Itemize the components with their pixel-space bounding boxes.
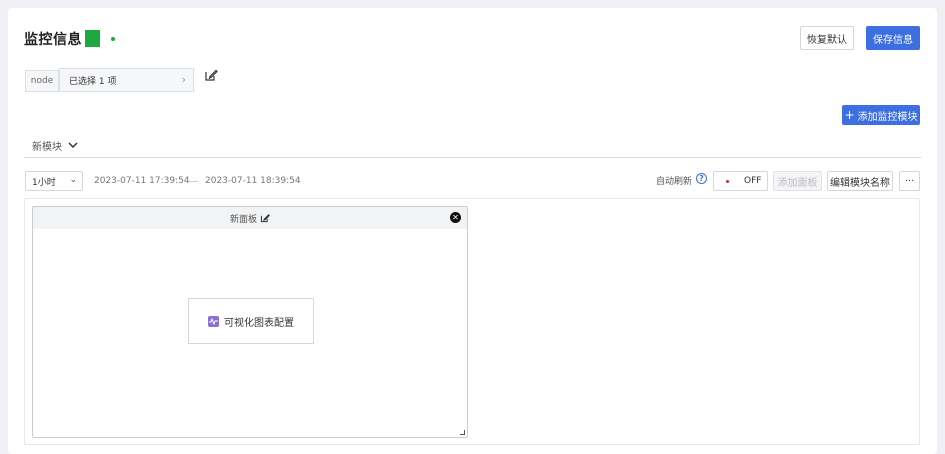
auto-refresh-label: 自动刷新 — [656, 177, 693, 187]
start-time: 2023-07-11 17:39:54 — [94, 176, 190, 186]
auto-refresh-state: OFF — [744, 176, 762, 186]
edit-icon[interactable] — [260, 213, 270, 223]
node-tag: node — [25, 70, 59, 92]
panel-title: 新面板 — [229, 214, 257, 225]
more-button[interactable]: ··· — [899, 171, 920, 191]
edit-icon[interactable] — [204, 68, 218, 82]
edit-module-name-button[interactable]: 编辑模块名称 — [827, 171, 893, 191]
node-selector[interactable]: 已选择 1 项 › — [59, 68, 194, 92]
save-info-button[interactable]: 保存信息 — [866, 26, 920, 50]
time-range-value: 1小时 — [32, 177, 56, 188]
help-icon[interactable]: ? — [696, 173, 707, 184]
plus-icon: + — [844, 108, 855, 122]
end-time: 2023-07-11 18:39:54 — [205, 176, 301, 186]
chart-config-button[interactable]: 可视化图表配置 — [188, 298, 314, 344]
add-panel-button[interactable]: 添加面板 — [773, 171, 822, 191]
chevron-right-icon: › — [181, 73, 186, 86]
resize-handle[interactable] — [460, 430, 465, 435]
divider — [24, 157, 921, 158]
auto-refresh-toggle[interactable]: OFF — [713, 171, 768, 191]
time-separator — [188, 181, 198, 182]
restore-default-button[interactable]: 恢复默认 — [800, 26, 854, 50]
page-title: 监控信息 — [24, 32, 82, 48]
chevron-down-icon — [68, 142, 78, 149]
chart-icon — [208, 315, 219, 327]
panel-header[interactable]: 新面板 ✕ — [33, 207, 467, 229]
status-indicator — [85, 30, 100, 47]
add-monitor-module-button[interactable]: + 添加监控模块 — [842, 105, 920, 125]
selector-text: 已选择 1 项 — [69, 76, 117, 87]
status-dot — [111, 37, 115, 41]
module-header[interactable]: 新模块 — [32, 138, 78, 153]
panel: 新面板 ✕ 可视化图表配置 — [32, 206, 468, 438]
close-icon[interactable]: ✕ — [450, 212, 461, 223]
caret-down-icon: ⌄ — [69, 175, 77, 185]
module-name: 新模块 — [32, 142, 62, 153]
add-module-label: 添加监控模块 — [857, 111, 918, 123]
time-range-select[interactable]: 1小时 ⌄ — [25, 171, 83, 191]
monitor-card: 监控信息 恢复默认 保存信息 node 已选择 1 项 › + 添加监控模块 新… — [8, 8, 937, 454]
refresh-indicator-dot — [726, 179, 729, 183]
chart-config-label: 可视化图表配置 — [224, 317, 294, 329]
